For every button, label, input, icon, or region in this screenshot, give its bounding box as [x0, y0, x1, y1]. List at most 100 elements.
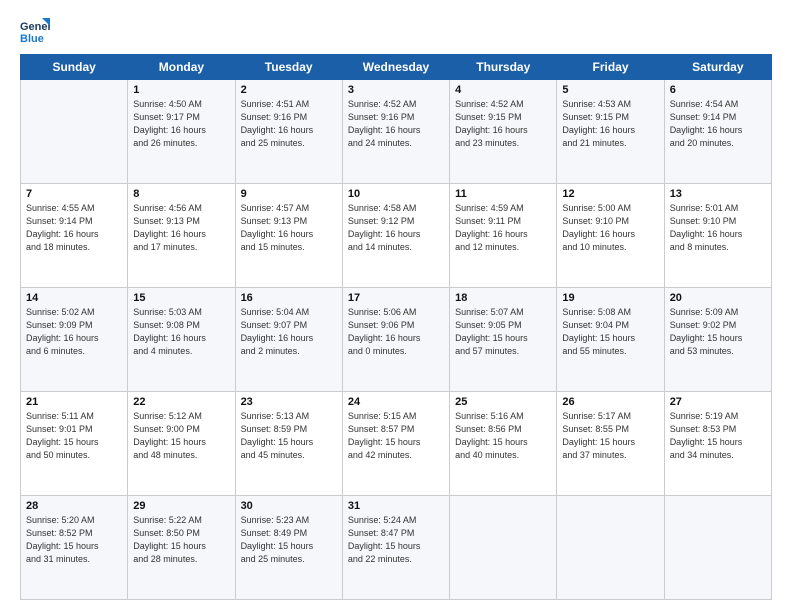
- cell-info: Sunrise: 4:56 AM Sunset: 9:13 PM Dayligh…: [133, 202, 229, 254]
- cell-date: 12: [562, 188, 658, 200]
- cell-info: Sunrise: 5:23 AM Sunset: 8:49 PM Dayligh…: [241, 514, 337, 566]
- cell-info: Sunrise: 5:15 AM Sunset: 8:57 PM Dayligh…: [348, 410, 444, 462]
- calendar-cell: 3 Sunrise: 4:52 AM Sunset: 9:16 PM Daylig…: [342, 80, 449, 184]
- cell-info: Sunrise: 4:58 AM Sunset: 9:12 PM Dayligh…: [348, 202, 444, 254]
- cell-date: 5: [562, 84, 658, 96]
- calendar-cell: 27 Sunrise: 5:19 AM Sunset: 8:53 PM Dayli…: [664, 392, 771, 496]
- calendar-week-row: 7Sunrise: 4:55 AM Sunset: 9:14 PM Daylig…: [21, 184, 772, 288]
- cell-date: 22: [133, 396, 229, 408]
- cell-info: Sunrise: 5:01 AM Sunset: 9:10 PM Dayligh…: [670, 202, 766, 254]
- cell-info: Sunrise: 5:16 AM Sunset: 8:56 PM Dayligh…: [455, 410, 551, 462]
- cell-info: Sunrise: 4:55 AM Sunset: 9:14 PM Dayligh…: [26, 202, 122, 254]
- cell-date: 10: [348, 188, 444, 200]
- calendar-cell: 12 Sunrise: 5:00 AM Sunset: 9:10 PM Dayli…: [557, 184, 664, 288]
- cell-date: 18: [455, 292, 551, 304]
- cell-date: 6: [670, 84, 766, 96]
- calendar-cell: 11Sunrise: 4:59 AM Sunset: 9:11 PM Dayli…: [450, 184, 557, 288]
- cell-info: Sunrise: 4:54 AM Sunset: 9:14 PM Dayligh…: [670, 98, 766, 150]
- day-header: Sunday: [21, 55, 128, 80]
- cell-date: 8: [133, 188, 229, 200]
- day-header: Tuesday: [235, 55, 342, 80]
- cell-date: 23: [241, 396, 337, 408]
- cell-info: Sunrise: 4:51 AM Sunset: 9:16 PM Dayligh…: [241, 98, 337, 150]
- cell-date: 17: [348, 292, 444, 304]
- calendar-cell: [21, 80, 128, 184]
- calendar-cell: 20Sunrise: 5:09 AM Sunset: 9:02 PM Dayli…: [664, 288, 771, 392]
- cell-date: 3: [348, 84, 444, 96]
- calendar-cell: 5 Sunrise: 4:53 AM Sunset: 9:15 PM Daylig…: [557, 80, 664, 184]
- calendar-cell: 23 Sunrise: 5:13 AM Sunset: 8:59 PM Dayli…: [235, 392, 342, 496]
- cell-info: Sunrise: 5:02 AM Sunset: 9:09 PM Dayligh…: [26, 306, 122, 358]
- cell-info: Sunrise: 5:04 AM Sunset: 9:07 PM Dayligh…: [241, 306, 337, 358]
- cell-info: Sunrise: 5:20 AM Sunset: 8:52 PM Dayligh…: [26, 514, 122, 566]
- calendar-cell: [450, 496, 557, 600]
- calendar-cell: 25 Sunrise: 5:16 AM Sunset: 8:56 PM Dayli…: [450, 392, 557, 496]
- calendar-cell: 28 Sunrise: 5:20 AM Sunset: 8:52 PM Dayli…: [21, 496, 128, 600]
- cell-date: 26: [562, 396, 658, 408]
- calendar-cell: 14 Sunrise: 5:02 AM Sunset: 9:09 PM Dayli…: [21, 288, 128, 392]
- calendar-week-row: 14 Sunrise: 5:02 AM Sunset: 9:09 PM Dayli…: [21, 288, 772, 392]
- header: General Blue: [20, 16, 772, 46]
- cell-date: 9: [241, 188, 337, 200]
- cell-info: Sunrise: 5:11 AM Sunset: 9:01 PM Dayligh…: [26, 410, 122, 462]
- svg-text:Blue: Blue: [20, 33, 44, 45]
- calendar-week-row: 1Sunrise: 4:50 AM Sunset: 9:17 PM Daylig…: [21, 80, 772, 184]
- logo: General Blue: [20, 16, 50, 46]
- calendar-cell: 8 Sunrise: 4:56 AM Sunset: 9:13 PM Daylig…: [128, 184, 235, 288]
- day-header: Monday: [128, 55, 235, 80]
- cell-date: 19: [562, 292, 658, 304]
- calendar-cell: 26 Sunrise: 5:17 AM Sunset: 8:55 PM Dayli…: [557, 392, 664, 496]
- calendar-cell: [557, 496, 664, 600]
- cell-info: Sunrise: 5:19 AM Sunset: 8:53 PM Dayligh…: [670, 410, 766, 462]
- calendar-cell: 16 Sunrise: 5:04 AM Sunset: 9:07 PM Dayli…: [235, 288, 342, 392]
- calendar-cell: 29 Sunrise: 5:22 AM Sunset: 8:50 PM Dayli…: [128, 496, 235, 600]
- svg-text:General: General: [20, 21, 50, 33]
- calendar-cell: 31 Sunrise: 5:24 AM Sunset: 8:47 PM Dayli…: [342, 496, 449, 600]
- cell-date: 29: [133, 500, 229, 512]
- cell-info: Sunrise: 5:24 AM Sunset: 8:47 PM Dayligh…: [348, 514, 444, 566]
- day-header: Saturday: [664, 55, 771, 80]
- day-header: Friday: [557, 55, 664, 80]
- cell-info: Sunrise: 5:09 AM Sunset: 9:02 PM Dayligh…: [670, 306, 766, 358]
- cell-info: Sunrise: 5:08 AM Sunset: 9:04 PM Dayligh…: [562, 306, 658, 358]
- calendar-cell: 10 Sunrise: 4:58 AM Sunset: 9:12 PM Dayli…: [342, 184, 449, 288]
- day-header: Thursday: [450, 55, 557, 80]
- cell-info: Sunrise: 4:52 AM Sunset: 9:16 PM Dayligh…: [348, 98, 444, 150]
- calendar-cell: 22 Sunrise: 5:12 AM Sunset: 9:00 PM Dayli…: [128, 392, 235, 496]
- cell-date: 25: [455, 396, 551, 408]
- calendar-cell: 2 Sunrise: 4:51 AM Sunset: 9:16 PM Daylig…: [235, 80, 342, 184]
- cell-date: 31: [348, 500, 444, 512]
- cell-date: 21: [26, 396, 122, 408]
- cell-info: Sunrise: 5:06 AM Sunset: 9:06 PM Dayligh…: [348, 306, 444, 358]
- cell-date: 30: [241, 500, 337, 512]
- calendar-cell: 6 Sunrise: 4:54 AM Sunset: 9:14 PM Daylig…: [664, 80, 771, 184]
- cell-info: Sunrise: 5:22 AM Sunset: 8:50 PM Dayligh…: [133, 514, 229, 566]
- cell-date: 14: [26, 292, 122, 304]
- cell-date: 16: [241, 292, 337, 304]
- cell-date: 1: [133, 84, 229, 96]
- calendar-cell: 21 Sunrise: 5:11 AM Sunset: 9:01 PM Dayli…: [21, 392, 128, 496]
- cell-info: Sunrise: 5:12 AM Sunset: 9:00 PM Dayligh…: [133, 410, 229, 462]
- cell-date: 27: [670, 396, 766, 408]
- calendar-cell: [664, 496, 771, 600]
- cell-date: 13: [670, 188, 766, 200]
- calendar-week-row: 21 Sunrise: 5:11 AM Sunset: 9:01 PM Dayli…: [21, 392, 772, 496]
- cell-info: Sunrise: 5:13 AM Sunset: 8:59 PM Dayligh…: [241, 410, 337, 462]
- cell-date: 28: [26, 500, 122, 512]
- cell-date: 2: [241, 84, 337, 96]
- calendar-cell: 17 Sunrise: 5:06 AM Sunset: 9:06 PM Dayli…: [342, 288, 449, 392]
- cell-date: 24: [348, 396, 444, 408]
- calendar-cell: 13 Sunrise: 5:01 AM Sunset: 9:10 PM Dayli…: [664, 184, 771, 288]
- cell-info: Sunrise: 5:07 AM Sunset: 9:05 PM Dayligh…: [455, 306, 551, 358]
- cell-info: Sunrise: 4:57 AM Sunset: 9:13 PM Dayligh…: [241, 202, 337, 254]
- calendar-cell: 18 Sunrise: 5:07 AM Sunset: 9:05 PM Dayli…: [450, 288, 557, 392]
- cell-info: Sunrise: 5:17 AM Sunset: 8:55 PM Dayligh…: [562, 410, 658, 462]
- calendar-cell: 4Sunrise: 4:52 AM Sunset: 9:15 PM Daylig…: [450, 80, 557, 184]
- day-header: Wednesday: [342, 55, 449, 80]
- calendar-cell: 24 Sunrise: 5:15 AM Sunset: 8:57 PM Dayli…: [342, 392, 449, 496]
- calendar-week-row: 28 Sunrise: 5:20 AM Sunset: 8:52 PM Dayli…: [21, 496, 772, 600]
- calendar-cell: 15Sunrise: 5:03 AM Sunset: 9:08 PM Dayli…: [128, 288, 235, 392]
- cell-info: Sunrise: 4:53 AM Sunset: 9:15 PM Dayligh…: [562, 98, 658, 150]
- header-row: SundayMondayTuesdayWednesdayThursdayFrid…: [21, 55, 772, 80]
- cell-info: Sunrise: 5:00 AM Sunset: 9:10 PM Dayligh…: [562, 202, 658, 254]
